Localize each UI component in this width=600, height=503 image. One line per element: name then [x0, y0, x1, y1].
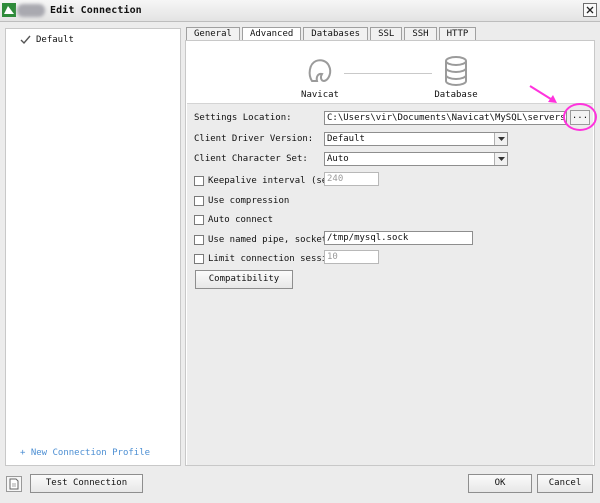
close-button[interactable]	[583, 3, 597, 17]
limit-session-input[interactable]: 10	[324, 250, 379, 264]
title-bar: Edit Connection	[0, 0, 600, 22]
tab-ssh[interactable]: SSH	[404, 27, 437, 41]
profile-item-default[interactable]: Default	[20, 34, 74, 46]
client-charset-value: Auto	[327, 154, 349, 164]
connection-line	[344, 73, 432, 74]
named-pipe-checkbox[interactable]	[194, 235, 204, 245]
navicat-label: Navicat	[301, 90, 339, 100]
test-connection-button[interactable]: Test Connection	[30, 474, 143, 493]
ok-button[interactable]: OK	[468, 474, 532, 493]
keepalive-input[interactable]: 240	[324, 172, 379, 186]
named-pipe-label: Use named pipe, socket:	[208, 235, 333, 245]
close-icon	[586, 6, 594, 14]
limit-session-label: Limit connection session	[208, 254, 339, 264]
keepalive-row: Keepalive interval (sec):	[194, 175, 343, 187]
compatibility-button[interactable]: Compatibility	[195, 270, 293, 289]
database-icon	[439, 54, 473, 88]
auto-connect-row: Auto connect	[194, 214, 273, 226]
keepalive-checkbox[interactable]	[194, 176, 204, 186]
compression-label: Use compression	[208, 196, 290, 206]
client-driver-value: Default	[327, 134, 365, 144]
named-pipe-input[interactable]: /tmp/mysql.sock	[324, 231, 473, 245]
auto-connect-label: Auto connect	[208, 215, 274, 225]
cancel-button[interactable]: Cancel	[537, 474, 593, 493]
database-label: Database	[434, 90, 478, 100]
named-pipe-row: Use named pipe, socket:	[194, 234, 333, 246]
window-title: Edit Connection	[50, 5, 142, 16]
tab-http[interactable]: HTTP	[438, 27, 477, 41]
advanced-form: Settings Location: C:\Users\vir\Document…	[187, 103, 597, 465]
client-charset-select[interactable]: Auto	[324, 152, 508, 166]
annotation-arrow-icon	[528, 84, 560, 106]
limit-session-row: Limit connection session	[194, 253, 338, 265]
dropdown-arrow-icon	[494, 133, 507, 145]
tab-bar: General Advanced Databases SSL SSH HTTP	[186, 27, 478, 42]
navicat-app-icon	[2, 3, 16, 17]
dropdown-arrow-icon	[494, 153, 507, 165]
highlight-circle	[563, 103, 597, 131]
client-driver-label: Client Driver Version:	[194, 134, 314, 144]
tab-databases[interactable]: Databases	[303, 27, 369, 41]
profile-sidebar: Default + New Connection Profile	[5, 28, 181, 466]
tab-general[interactable]: General	[186, 27, 240, 41]
new-connection-profile-link[interactable]: + New Connection Profile	[20, 448, 150, 458]
settings-location-field[interactable]: C:\Users\vir\Documents\Navicat\MySQL\ser…	[324, 111, 567, 125]
client-driver-select[interactable]: Default	[324, 132, 508, 146]
navicat-icon	[303, 54, 337, 88]
tab-ssl[interactable]: SSL	[370, 27, 403, 41]
limit-session-checkbox[interactable]	[194, 254, 204, 264]
profile-label: Default	[36, 35, 74, 45]
auto-connect-checkbox[interactable]	[194, 215, 204, 225]
compression-row: Use compression	[194, 195, 289, 207]
settings-location-label: Settings Location:	[194, 113, 292, 123]
document-icon[interactable]	[6, 476, 22, 492]
compression-checkbox[interactable]	[194, 196, 204, 206]
redacted-title-area	[17, 4, 45, 17]
checkmark-icon	[20, 35, 31, 45]
client-charset-label: Client Character Set:	[194, 154, 308, 164]
